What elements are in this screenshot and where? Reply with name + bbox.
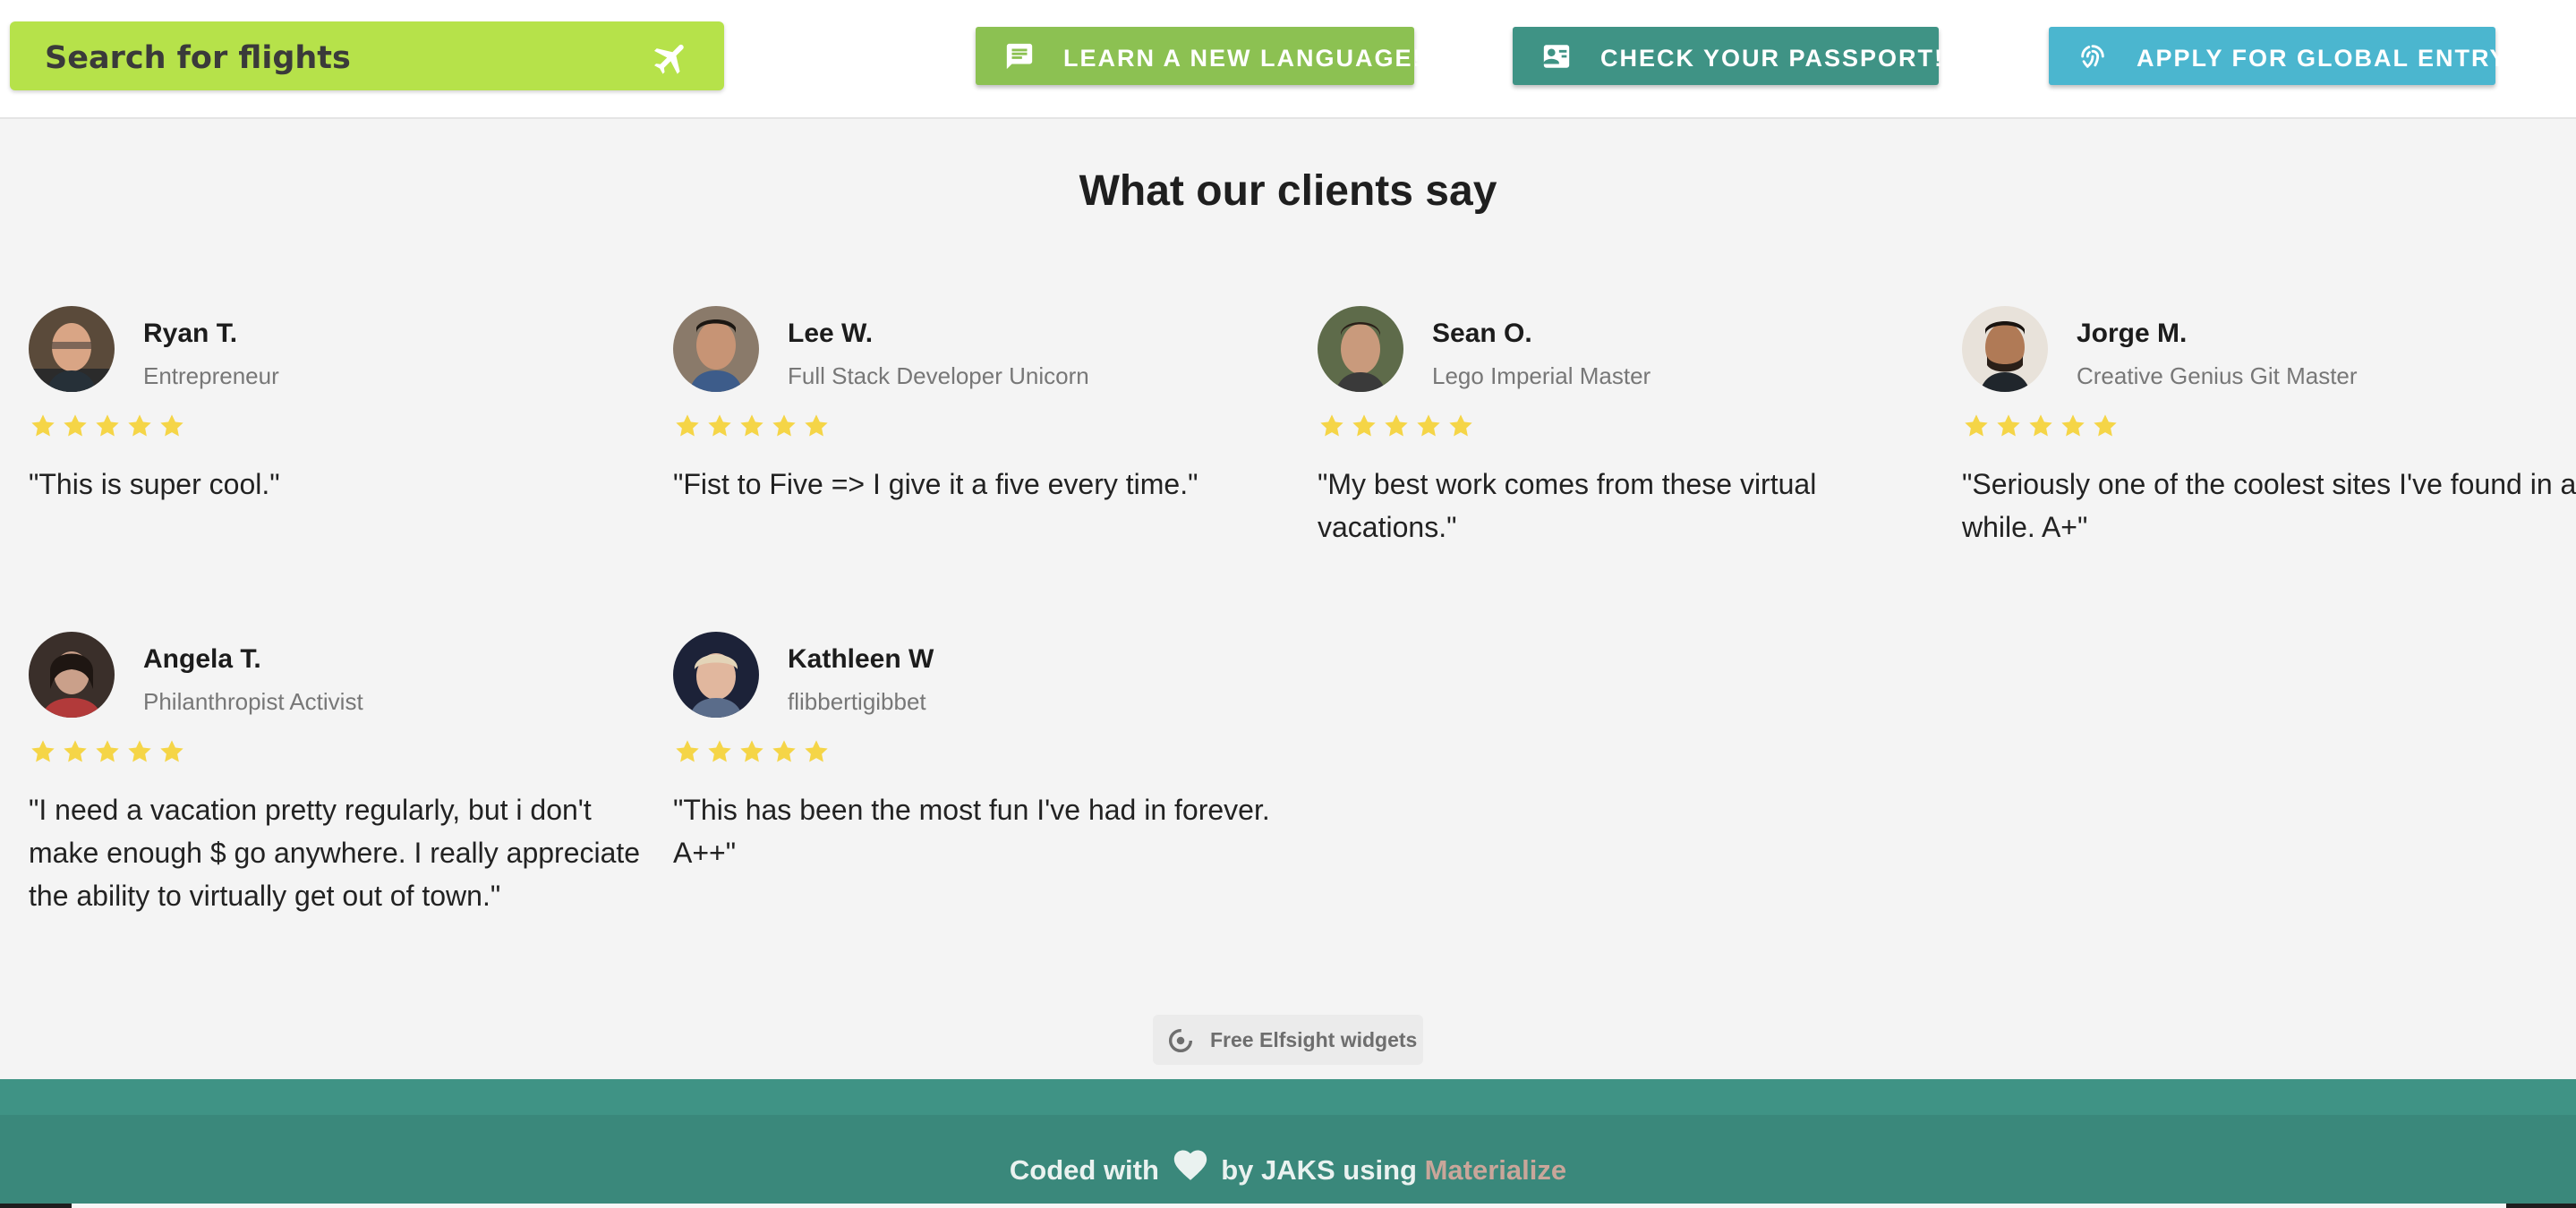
global-entry-label: APPLY FOR GLOBAL ENTRY [2137, 45, 2508, 72]
star-icon [676, 740, 699, 762]
star-icon [128, 740, 151, 762]
star-icon [772, 740, 796, 762]
testimonial-quote: "I need a vacation pretty regularly, but… [29, 794, 641, 912]
check-passport-button[interactable]: CHECK YOUR PASSPORT! [1513, 27, 1942, 85]
star-icon [1352, 414, 1376, 437]
star-icon [64, 414, 87, 437]
airplane-icon [654, 44, 684, 74]
avatar [29, 632, 115, 718]
elfsight-logo-icon [1168, 1028, 1193, 1053]
star-icon [708, 414, 731, 437]
window-edge [2506, 1204, 2576, 1208]
top-navbar: Search for flights LEARN A NEW LANGUAGE!… [0, 0, 2576, 119]
testimonial-quote: "This is super cool." [29, 468, 280, 500]
star-icon [1320, 414, 1343, 437]
reviewer-role: Lego Imperial Master [1432, 362, 1651, 389]
star-rating [29, 412, 186, 442]
reviewer-name: Ryan T. [143, 319, 238, 348]
reviewer-role: Full Stack Developer Unicorn [788, 362, 1089, 389]
avatar [673, 306, 759, 392]
star-icon [805, 414, 828, 437]
testimonial-quote: "This has been the most fun I've had in … [673, 794, 1270, 869]
search-flights-button[interactable]: Search for flights [10, 21, 724, 90]
star-icon [1965, 414, 1988, 437]
star-icon [96, 414, 119, 437]
star-icon [2029, 414, 2052, 437]
testimonial-quote: "My best work comes from these virtual v… [1318, 468, 1817, 543]
star-icon [160, 414, 183, 437]
search-label: Search for flights [45, 40, 351, 76]
footer: Coded with by JAKS using Materialize [0, 1079, 2576, 1208]
star-icon [31, 414, 55, 437]
avatar [673, 632, 759, 718]
star-icon [1997, 414, 2020, 437]
footer-prefix: Coded with [1009, 1154, 1159, 1186]
star-icon [676, 414, 699, 437]
star-icon [1417, 414, 1440, 437]
avatar [1962, 306, 2048, 392]
star-icon [1449, 414, 1472, 437]
star-icon [740, 414, 763, 437]
star-rating [1962, 412, 2120, 442]
star-icon [1385, 414, 1408, 437]
reviewer-role: flibbertigibbet [788, 688, 926, 715]
learn-language-button[interactable]: LEARN A NEW LANGUAGE! [976, 27, 1420, 85]
footer-credit: Coded with by JAKS using Materialize [0, 1145, 2576, 1187]
star-rating [29, 737, 186, 768]
reviewer-role: Entrepreneur [143, 362, 279, 389]
star-icon [772, 414, 796, 437]
reviewer-name: Lee W. [788, 319, 874, 348]
star-rating [1318, 412, 1475, 442]
star-icon [96, 740, 119, 762]
fingerprint-icon [2081, 45, 2104, 68]
reviewer-role: Philanthropist Activist [143, 688, 363, 715]
star-icon [708, 740, 731, 762]
testimonial-quote: "Seriously one of the coolest sites I've… [1962, 468, 2576, 543]
bottom-strip [72, 1204, 2506, 1208]
avatar [1318, 306, 1403, 392]
star-icon [2061, 414, 2085, 437]
star-icon [31, 740, 55, 762]
star-icon [740, 740, 763, 762]
avatar [29, 306, 115, 392]
star-icon [128, 414, 151, 437]
star-icon [805, 740, 828, 762]
global-entry-button[interactable]: APPLY FOR GLOBAL ENTRY [2049, 27, 2506, 85]
elfsight-widget-link[interactable]: Free Elfsight widgets [1153, 1015, 1423, 1065]
id-card-icon [1543, 45, 1570, 68]
reviewer-name: Angela T. [143, 644, 261, 674]
star-icon [2094, 414, 2117, 437]
reviewer-name: Kathleen W [788, 644, 934, 674]
reviewer-role: Creative Genius Git Master [2077, 362, 2358, 389]
learn-language-label: LEARN A NEW LANGUAGE! [1063, 45, 1423, 72]
window-edge [0, 1204, 72, 1208]
testimonial-quote: "Fist to Five => I give it a five every … [673, 468, 1198, 500]
star-icon [160, 740, 183, 762]
reviewer-name: Jorge M. [2077, 319, 2188, 348]
chat-icon [1006, 43, 1033, 70]
section-title: What our clients say [1079, 167, 1497, 215]
check-passport-label: CHECK YOUR PASSPORT! [1600, 45, 1945, 72]
star-icon [64, 740, 87, 762]
reviewer-name: Sean O. [1432, 319, 1532, 348]
footer-middle: by JAKS using [1221, 1154, 1417, 1186]
star-rating [673, 737, 831, 768]
elfsight-label: Free Elfsight widgets [1210, 1028, 1418, 1051]
heart-icon [1173, 1150, 1207, 1180]
star-rating [673, 412, 831, 442]
materialize-link[interactable]: Materialize [1425, 1154, 1567, 1186]
